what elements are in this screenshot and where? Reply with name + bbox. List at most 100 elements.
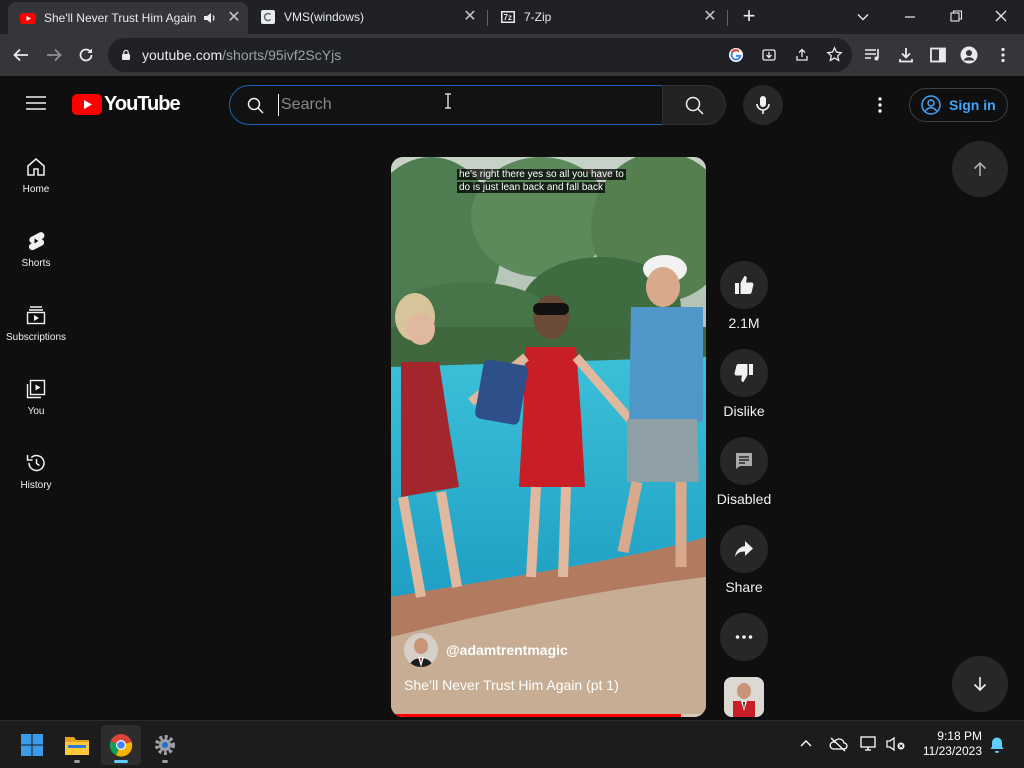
downloads-icon[interactable] bbox=[897, 46, 915, 64]
shorts-icon bbox=[25, 230, 47, 252]
close-tab-icon[interactable]: ✕ bbox=[462, 9, 478, 25]
sidebar-item-subscriptions[interactable]: Subscriptions bbox=[0, 290, 72, 364]
taskbar-chrome[interactable] bbox=[101, 725, 141, 765]
subscriptions-icon bbox=[25, 304, 47, 326]
lock-icon[interactable] bbox=[120, 49, 132, 61]
close-tab-icon[interactable]: ✕ bbox=[702, 9, 718, 25]
install-app-icon[interactable] bbox=[761, 47, 777, 63]
voice-search-button[interactable] bbox=[743, 85, 783, 125]
media-control-icon[interactable] bbox=[864, 47, 882, 63]
search-button[interactable] bbox=[662, 85, 726, 125]
taskbar-file-explorer[interactable] bbox=[57, 725, 97, 765]
url-text[interactable]: youtube.com/shorts/95ivf2ScYjs bbox=[142, 47, 341, 63]
sidebar-item-history[interactable]: History bbox=[0, 438, 72, 512]
search-icon bbox=[247, 97, 264, 114]
volume-muted-icon[interactable] bbox=[886, 736, 906, 752]
settings-menu-icon[interactable] bbox=[874, 96, 886, 114]
close-window-icon[interactable] bbox=[994, 9, 1008, 23]
start-icon bbox=[20, 733, 44, 757]
dislike-label: Dislike bbox=[723, 403, 765, 419]
chrome-icon bbox=[109, 733, 133, 757]
sidebar-item-you[interactable]: You bbox=[0, 364, 72, 438]
youtube-wordmark: YouTube bbox=[104, 93, 181, 115]
home-icon bbox=[25, 156, 47, 178]
video-progress-fill bbox=[391, 714, 681, 717]
settings-icon bbox=[153, 733, 177, 757]
running-indicator bbox=[74, 760, 80, 763]
notification-bell-icon[interactable] bbox=[989, 736, 1005, 754]
show-hidden-icons-chevron-up-icon[interactable] bbox=[799, 738, 813, 748]
network-icon[interactable] bbox=[860, 736, 878, 752]
tab-7zip[interactable]: 7z 7-Zip ✕ bbox=[492, 0, 724, 34]
channel-name[interactable]: @adamtrentmagic bbox=[446, 642, 568, 658]
comment-icon bbox=[734, 451, 754, 471]
url-host: youtube.com bbox=[142, 47, 223, 63]
onedrive-offline-icon[interactable] bbox=[828, 736, 848, 752]
new-tab-button[interactable]: + bbox=[738, 5, 760, 27]
search-icon bbox=[685, 96, 704, 115]
account-icon bbox=[921, 95, 941, 115]
taskbar-clock[interactable]: 9:18 PM 11/23/2023 bbox=[910, 729, 982, 759]
browser-toolbar: youtube.com/shorts/95ivf2ScYjs bbox=[0, 34, 1024, 76]
sidebar-item-label: You bbox=[27, 406, 45, 417]
dislike-button[interactable] bbox=[720, 349, 768, 397]
file-explorer-icon bbox=[64, 734, 90, 756]
video-title[interactable]: She’ll Never Trust Him Again (pt 1) bbox=[404, 677, 619, 693]
thumbs-down-icon bbox=[733, 362, 755, 384]
clock-time: 9:18 PM bbox=[937, 729, 982, 743]
hamburger-menu-icon[interactable] bbox=[26, 95, 46, 111]
profile-icon[interactable] bbox=[960, 46, 978, 64]
clock-date: 11/23/2023 bbox=[922, 744, 982, 758]
minimize-icon[interactable] bbox=[903, 10, 917, 24]
speaker-icon[interactable] bbox=[202, 10, 218, 26]
browser-menu-icon[interactable] bbox=[996, 46, 1010, 64]
arrow-down-icon bbox=[971, 675, 989, 693]
7zip-favicon: 7z bbox=[500, 9, 516, 25]
sidebar-item-label: Subscriptions bbox=[5, 332, 67, 343]
channel-avatar[interactable] bbox=[404, 633, 438, 667]
forward-button[interactable] bbox=[45, 46, 63, 64]
bookmark-star-icon[interactable] bbox=[826, 46, 843, 63]
close-tab-icon[interactable]: ✕ bbox=[226, 10, 242, 26]
address-bar[interactable]: youtube.com/shorts/95ivf2ScYjs bbox=[108, 38, 852, 72]
video-caption: he's right there yes so all you have to … bbox=[457, 168, 626, 194]
side-panel-icon[interactable] bbox=[929, 46, 947, 64]
sidebar-item-shorts[interactable]: Shorts bbox=[0, 216, 72, 290]
youtube-logo[interactable]: YouTube bbox=[72, 93, 181, 116]
share-button[interactable] bbox=[720, 525, 768, 573]
caption-line-1: he's right there yes so all you have to bbox=[457, 169, 626, 180]
taskbar-settings[interactable] bbox=[145, 725, 185, 765]
youtube-play-icon bbox=[72, 94, 102, 115]
more-horizontal-icon bbox=[734, 634, 754, 640]
tab-youtube-short[interactable]: She'll Never Trust Him Again ✕ bbox=[8, 2, 248, 34]
url-path: /shorts/95ivf2ScYjs bbox=[222, 47, 342, 63]
google-lens-icon[interactable] bbox=[728, 47, 744, 63]
like-button[interactable] bbox=[720, 261, 768, 309]
shorts-video-player[interactable]: he's right there yes so all you have to … bbox=[391, 157, 706, 717]
next-short-button[interactable] bbox=[952, 656, 1008, 712]
tab-title: She'll Never Trust Him Again bbox=[44, 11, 197, 25]
youtube-masthead: YouTube Sign in bbox=[0, 76, 1024, 132]
tab-search-icon[interactable] bbox=[856, 10, 870, 24]
back-button[interactable] bbox=[12, 46, 30, 64]
history-icon bbox=[25, 452, 47, 474]
video-progress-bar[interactable] bbox=[391, 714, 706, 717]
browser-tab-strip: She'll Never Trust Him Again ✕ VMS(windo… bbox=[0, 0, 1024, 34]
start-button[interactable] bbox=[12, 725, 52, 765]
restore-icon[interactable] bbox=[949, 9, 963, 23]
microphone-icon bbox=[755, 95, 771, 115]
comments-button[interactable] bbox=[720, 437, 768, 485]
tab-title: 7-Zip bbox=[524, 10, 552, 24]
more-actions-button[interactable] bbox=[720, 613, 768, 661]
remix-thumbnail[interactable] bbox=[724, 677, 764, 717]
sign-in-button[interactable]: Sign in bbox=[909, 88, 1008, 122]
arrow-up-icon bbox=[971, 160, 989, 178]
share-icon bbox=[733, 538, 755, 560]
search-input[interactable] bbox=[278, 94, 638, 116]
sidebar-item-home[interactable]: Home bbox=[0, 142, 72, 216]
previous-short-button[interactable] bbox=[952, 141, 1008, 197]
share-page-icon[interactable] bbox=[794, 47, 810, 63]
text-cursor-icon bbox=[443, 93, 453, 109]
reload-button[interactable] bbox=[77, 46, 95, 64]
tab-vms-windows[interactable]: VMS(windows) ✕ bbox=[252, 0, 484, 34]
